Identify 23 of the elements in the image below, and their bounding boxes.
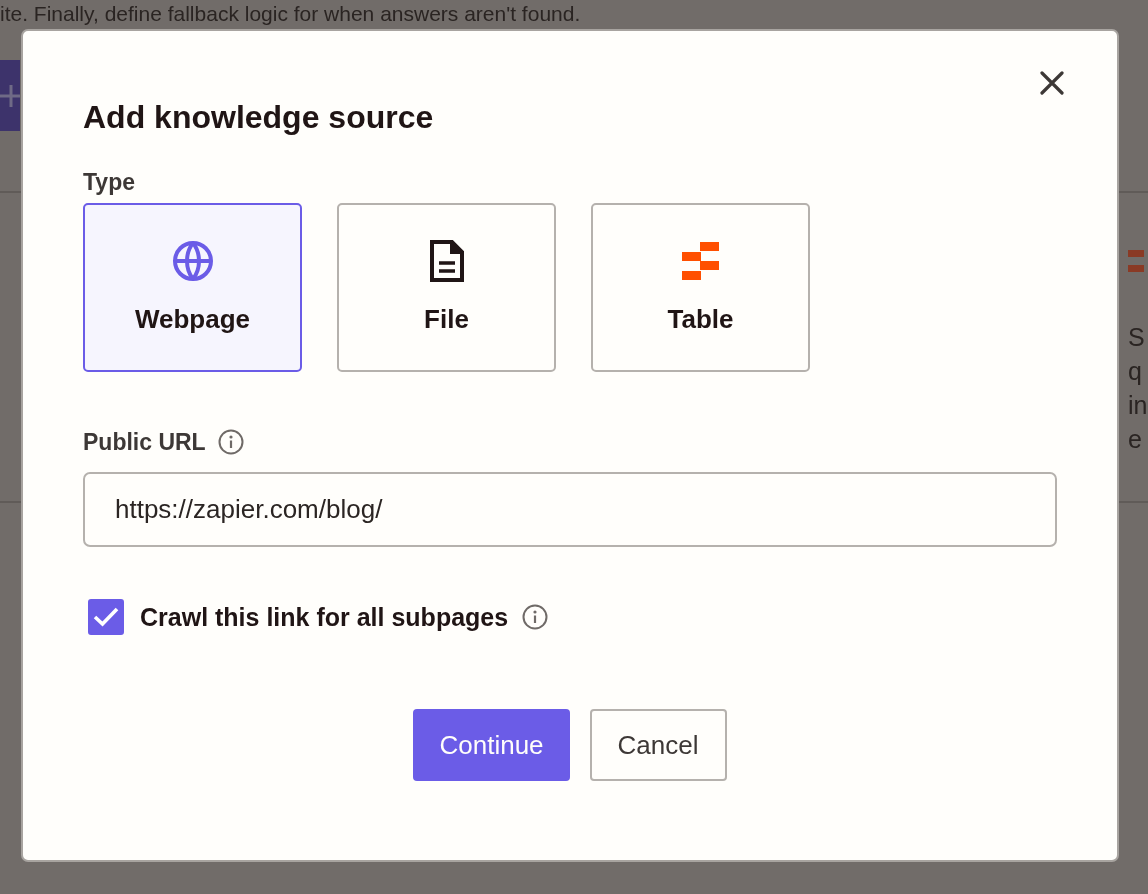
- text-fragment: in: [1128, 390, 1148, 421]
- cancel-button[interactable]: Cancel: [589, 709, 727, 781]
- text-fragment: e: [1128, 424, 1143, 455]
- dialog-title: Add knowledge source: [83, 98, 434, 137]
- field-label: Public URL: [83, 428, 206, 456]
- type-option[interactable]: Table: [591, 203, 810, 372]
- type-option[interactable]: File: [337, 203, 556, 372]
- globe-icon: [171, 240, 214, 282]
- blocks-icon: [681, 240, 720, 282]
- text-fragment: S: [1128, 322, 1146, 353]
- plus-icon: [0, 84, 20, 107]
- checkbox[interactable]: [88, 599, 124, 635]
- checkbox-label: Crawl this link for all subpages: [140, 602, 509, 632]
- url-field[interactable]: https://zapier.com/blog/: [83, 472, 1057, 547]
- type-label: Type: [83, 168, 136, 197]
- intro-text: ite. Finally, define fallback logic for when answers aren't found.: [0, 2, 582, 26]
- close-icon[interactable]: [1040, 71, 1064, 95]
- info-icon[interactable]: [522, 604, 549, 630]
- type-option[interactable]: Webpage: [83, 203, 302, 372]
- continue-button[interactable]: Continue: [413, 709, 570, 781]
- text-fragment: q: [1128, 356, 1143, 387]
- document-icon: [429, 240, 464, 282]
- info-icon[interactable]: [217, 429, 244, 455]
